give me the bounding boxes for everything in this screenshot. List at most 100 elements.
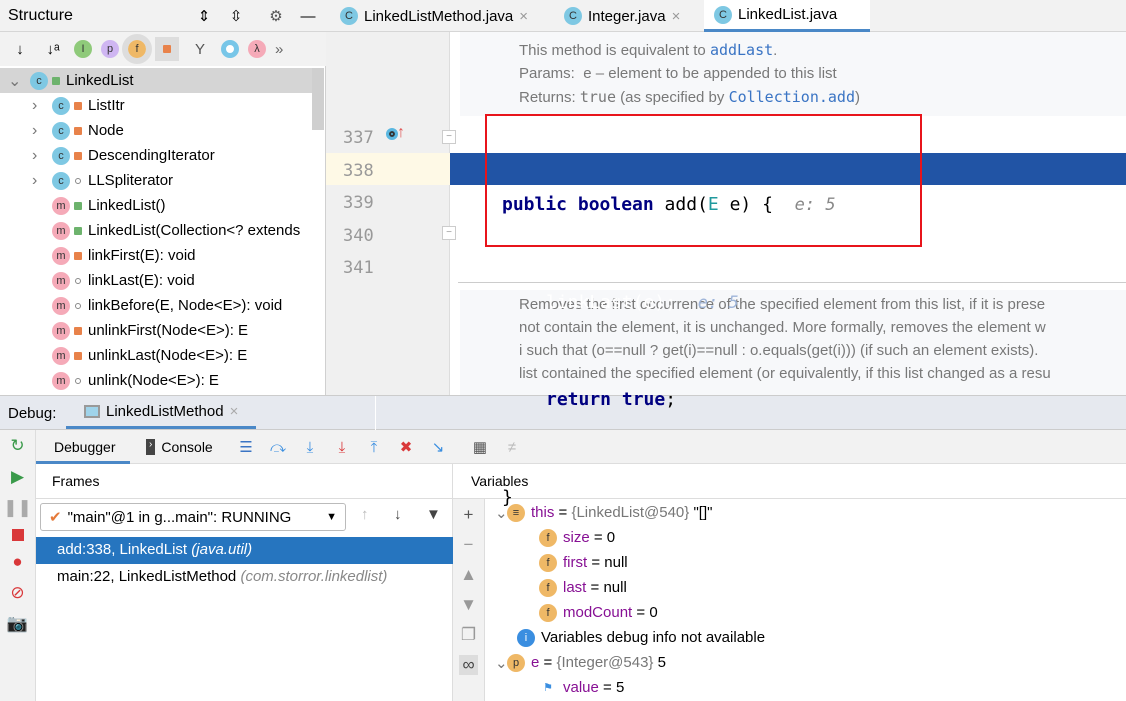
chevron-down-icon[interactable]: ⌄ (485, 654, 508, 672)
tree-item[interactable]: ⌄ c LinkedList (0, 68, 312, 93)
tree-item[interactable]: › c Node (0, 118, 312, 143)
fold-icon[interactable]: − (442, 130, 456, 144)
step-over-icon[interactable]: ⤼ (266, 435, 290, 459)
debug-session-tab[interactable]: LinkedListMethod × (66, 396, 256, 429)
tab-linkedlist[interactable]: C LinkedList.java (704, 0, 870, 32)
collapse-all-icon[interactable]: ⇳ (224, 4, 248, 28)
layout-icon[interactable]: ☰ (234, 435, 258, 459)
move-up-icon[interactable]: ▲ (460, 565, 477, 585)
tree-item[interactable]: m unlinkFirst(Node<E>): E (0, 318, 312, 343)
tree-item-label: linkFirst(E): void (88, 247, 196, 264)
method-icon: m (52, 221, 70, 240)
tab-integer[interactable]: C Integer.java × (554, 0, 690, 32)
structure-scrollbar[interactable] (312, 68, 324, 130)
gear-icon[interactable]: ⚙ (264, 4, 288, 28)
chevron-down-icon[interactable]: ⌄ (8, 71, 28, 91)
chevron-down-icon[interactable]: ⌄ (485, 504, 508, 522)
tree-item-label: linkBefore(E, Node<E>): void (88, 297, 283, 314)
variable-row[interactable]: i Variables debug info not available (485, 625, 1126, 650)
stop-icon[interactable] (11, 529, 24, 541)
code-line-338: linkLast(e); e: 5 (546, 291, 739, 313)
chevron-right-icon[interactable]: › (32, 97, 52, 115)
close-icon[interactable]: × (519, 8, 528, 25)
move-down-icon[interactable]: ▼ (460, 595, 477, 615)
minimize-icon[interactable]: — (296, 4, 320, 28)
tree-item[interactable]: m linkFirst(E): void (0, 243, 312, 268)
step-into-icon[interactable]: ⤓ (298, 435, 322, 459)
thread-selector[interactable]: ✔ "main"@1 in g...main": RUNNING ▼ (40, 503, 346, 531)
tree-item[interactable]: › c DescendingIterator (0, 143, 312, 168)
properties-icon[interactable]: p (101, 40, 119, 58)
public-icon (74, 201, 82, 210)
tab-linkedlistmethod[interactable]: C LinkedListMethod.java × (330, 0, 538, 32)
force-step-into-icon[interactable]: ⤓ (330, 435, 354, 459)
tree-item[interactable]: › c LLSpliterator (0, 168, 312, 193)
more-icon[interactable]: » (275, 41, 283, 58)
code-area[interactable]: public boolean add(E e) { e: 5 linkLast(… (502, 124, 836, 547)
filter-icon[interactable]: ▼ (426, 506, 441, 523)
editor-gutter (326, 32, 450, 395)
frame-row[interactable]: add:338, LinkedList (java.util) (36, 537, 453, 564)
anonymous-icon[interactable]: Y (188, 37, 212, 61)
tree-item-label: LinkedList(Collection<? extends (88, 222, 301, 239)
tab-console[interactable]: › Console (146, 439, 213, 455)
line-number: 339 (343, 193, 374, 213)
fold-icon[interactable]: − (442, 226, 456, 240)
resume-icon[interactable]: ▶ (11, 467, 24, 487)
tab-debugger[interactable]: Debugger (36, 430, 130, 464)
frame-up-icon[interactable]: ↑ (361, 506, 369, 523)
view-breakpoints-icon[interactable]: ● (12, 552, 22, 572)
inherited-icon[interactable]: I (74, 40, 92, 58)
close-icon[interactable]: × (672, 8, 681, 25)
tree-item[interactable]: › c ListItr (0, 93, 312, 118)
code-line-339: return true; (546, 389, 677, 410)
sort-visibility-icon[interactable]: ↓ (8, 37, 32, 61)
tree-item[interactable]: m LinkedList(Collection<? extends (0, 218, 312, 243)
tree-item-label: unlinkFirst(Node<E>): E (88, 322, 249, 339)
fields-icon[interactable]: f (122, 34, 152, 64)
run-to-cursor-icon[interactable]: ↘ (426, 435, 450, 459)
chevron-right-icon[interactable]: › (32, 122, 52, 140)
primitive-icon: ⚑ (543, 682, 553, 694)
method-icon: m (52, 296, 70, 315)
tree-item[interactable]: m linkBefore(E, Node<E>): void (0, 293, 312, 318)
copy-icon[interactable]: ❐ (461, 625, 476, 645)
override-arrow-icon[interactable]: ↑ (397, 124, 405, 142)
add-watch-icon[interactable]: + (464, 505, 474, 525)
inline-value-hint: e: 5 (697, 292, 739, 313)
non-public-icon[interactable] (155, 37, 179, 61)
close-icon[interactable]: × (230, 403, 239, 420)
sort-alpha-icon[interactable]: ↓ᵃ (41, 37, 65, 61)
camera-icon[interactable]: 📷 (7, 614, 28, 634)
tree-item[interactable]: m linkLast(E): void (0, 268, 312, 293)
lambda-icon[interactable]: λ (248, 40, 266, 58)
variable-row[interactable]: f first = null (485, 550, 1126, 575)
frame-down-icon[interactable]: ↓ (394, 506, 402, 523)
step-out-icon[interactable]: ⤒ (362, 435, 386, 459)
remove-watch-icon[interactable]: − (464, 535, 474, 555)
frame-row[interactable]: main:22, LinkedListMethod (com.storror.l… (36, 564, 453, 591)
expand-all-icon[interactable]: ⇕ (192, 4, 216, 28)
drop-frame-icon[interactable]: ✖ (394, 435, 418, 459)
private-lock-icon (74, 326, 82, 335)
variable-row[interactable]: f last = null (485, 575, 1126, 600)
chevron-right-icon[interactable]: › (32, 172, 52, 190)
method-icon: m (52, 321, 70, 340)
tree-item-label: ListItr (88, 97, 125, 114)
lambdas-circle-icon[interactable] (221, 40, 239, 58)
rerun-icon[interactable]: ↻ (10, 436, 24, 456)
variable-row[interactable]: ⚑ value = 5 (485, 675, 1126, 700)
tree-item[interactable]: m LinkedList() (0, 193, 312, 218)
field-icon: f (539, 578, 557, 597)
private-lock-icon (74, 251, 82, 260)
pause-icon[interactable]: ❚❚ (3, 498, 32, 518)
evaluate-expression-icon[interactable]: ▦ (468, 435, 492, 459)
mute-breakpoints-icon[interactable]: ⊘ (10, 583, 24, 603)
tree-item[interactable]: m unlink(Node<E>): E (0, 368, 312, 393)
chevron-right-icon[interactable]: › (32, 147, 52, 165)
show-watches-icon[interactable]: ∞ (459, 655, 478, 675)
tree-item[interactable]: m unlinkLast(Node<E>): E (0, 343, 312, 368)
debug-side-toolbar: ↻ ▶ ❚❚ ● ⊘ 📷 (0, 430, 36, 701)
variable-row[interactable]: f modCount = 0 (485, 600, 1126, 625)
variable-row[interactable]: ⌄ p e = {Integer@543} 5 (485, 650, 1126, 675)
